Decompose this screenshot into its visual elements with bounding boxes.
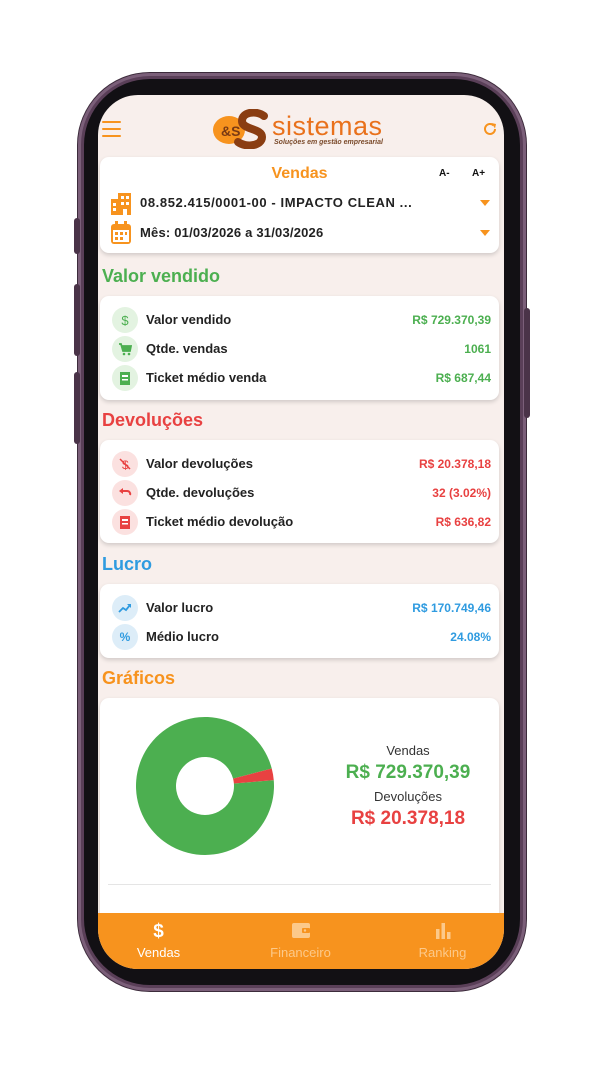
dollar-icon: $ — [112, 307, 138, 333]
section-title-profit: Lucro — [102, 554, 153, 574]
cart-icon — [112, 336, 138, 362]
legend-returns-value: R$ 20.378,18 — [350, 808, 466, 829]
stat-row-sales-ticket: Ticket médio venda R$ 687,44 — [112, 365, 491, 391]
svg-text:&S: &S — [221, 123, 240, 139]
filter-card: Vendas A- A+ 08.852.415/0001-00 - IMPACT… — [100, 157, 499, 253]
stat-value: R$ 20.378,18 — [418, 457, 491, 471]
legend-sales-label: Vendas — [386, 743, 430, 758]
legend-sales-value: R$ 729.370,39 — [345, 762, 471, 783]
stat-value: 1061 — [464, 342, 491, 356]
section-title-charts: Gráficos — [102, 668, 176, 688]
logo-mark-icon: &S — [213, 109, 268, 149]
nav-item-financeiro[interactable]: Financeiro — [233, 913, 368, 969]
donut-chart — [136, 717, 274, 856]
stat-row-returns-value: $ Valor devoluções R$ 20.378,18 — [112, 451, 491, 477]
top-bar: &S sistemas Soluções em gestão empresari… — [98, 95, 504, 157]
chevron-down-icon — [480, 230, 490, 236]
period-value: Mês: 01/03/2026 a 31/03/2026 — [140, 225, 324, 240]
stat-value: 32 (3.02%) — [432, 486, 491, 500]
phone-button-left-1 — [74, 218, 80, 254]
bar-chart-icon — [375, 921, 504, 941]
bottom-nav: $ Vendas Financeiro Ranking — [98, 913, 504, 969]
section-title-returns: Devoluções — [102, 410, 204, 430]
phone-button-right — [524, 308, 530, 418]
stat-label: Ticket médio devolução — [146, 514, 294, 529]
stat-row-profit-avg: % Médio lucro 24.08% — [112, 624, 491, 650]
stat-value: R$ 729.370,39 — [412, 313, 491, 327]
section-title-sales: Valor vendido — [102, 266, 221, 286]
calendar-icon — [111, 221, 131, 244]
font-decrease-button[interactable]: A- — [439, 168, 450, 179]
nav-label: Financeiro — [270, 945, 331, 960]
undo-icon — [112, 480, 138, 506]
brand-logo: &S sistemas Soluções em gestão empresari… — [212, 109, 392, 151]
chevron-down-icon — [480, 200, 490, 206]
pie-slice-vendas — [136, 717, 274, 856]
stat-row-sales-value: $ Valor vendido R$ 729.370,39 — [112, 307, 491, 333]
percent-icon: % — [112, 624, 138, 650]
stat-label: Valor lucro — [146, 600, 214, 615]
wallet-icon — [233, 921, 368, 941]
divider — [108, 884, 491, 885]
nav-label: Ranking — [418, 945, 467, 960]
stat-row-sales-count: Qtde. vendas 1061 — [112, 336, 491, 362]
stat-label: Qtde. vendas — [146, 341, 228, 356]
stat-value: R$ 687,44 — [435, 371, 491, 385]
stat-label: Ticket médio venda — [146, 370, 267, 385]
stat-label: Médio lucro — [146, 629, 219, 644]
phone-button-left-3 — [74, 372, 80, 444]
company-select[interactable]: 08.852.415/0001-00 - IMPACTO CLEAN ... — [110, 191, 490, 215]
chart-card: Vendas R$ 729.370,39 Devoluções R$ 20.37… — [100, 698, 499, 938]
money-off-icon: $ — [112, 451, 138, 477]
font-increase-button[interactable]: A+ — [472, 168, 485, 179]
building-icon — [111, 193, 131, 215]
returns-card: $ Valor devoluções R$ 20.378,18 Qtde. de… — [100, 440, 499, 543]
dollar-icon: $ — [153, 921, 164, 942]
stat-row-returns-count: Qtde. devoluções 32 (3.02%) — [112, 480, 491, 506]
phone-button-left-2 — [74, 284, 80, 356]
nav-item-ranking[interactable]: Ranking — [375, 913, 504, 969]
stat-label: Valor vendido — [146, 312, 232, 327]
menu-icon[interactable] — [102, 121, 121, 138]
app-screen: &S sistemas Soluções em gestão empresari… — [98, 95, 504, 969]
brand-name: sistemas — [272, 111, 383, 141]
receipt-icon — [112, 365, 138, 391]
company-value: 08.852.415/0001-00 - IMPACTO CLEAN ... — [140, 195, 413, 210]
stat-row-profit-value: Valor lucro R$ 170.749,46 — [112, 595, 491, 621]
brand-tagline: Soluções em gestão empresarial — [274, 139, 383, 146]
period-select[interactable]: Mês: 01/03/2026 a 31/03/2026 — [110, 221, 490, 245]
stat-value: 24.08% — [450, 630, 491, 644]
stat-row-returns-ticket: Ticket médio devolução R$ 636,82 — [112, 509, 491, 535]
legend-returns-label: Devoluções — [374, 789, 442, 804]
refresh-icon[interactable] — [482, 121, 498, 137]
stat-label: Qtde. devoluções — [146, 485, 255, 500]
profit-card: Valor lucro R$ 170.749,46 % Médio lucro … — [100, 584, 499, 658]
stat-label: Valor devoluções — [146, 456, 253, 471]
receipt-icon — [112, 509, 138, 535]
stat-value: R$ 636,82 — [435, 515, 491, 529]
trending-up-icon — [112, 595, 138, 621]
nav-label: Vendas — [136, 945, 181, 960]
nav-item-vendas[interactable]: $ Vendas — [98, 913, 226, 969]
sales-card: $ Valor vendido R$ 729.370,39 Qtde. vend… — [100, 296, 499, 400]
stat-value: R$ 170.749,46 — [412, 601, 491, 615]
